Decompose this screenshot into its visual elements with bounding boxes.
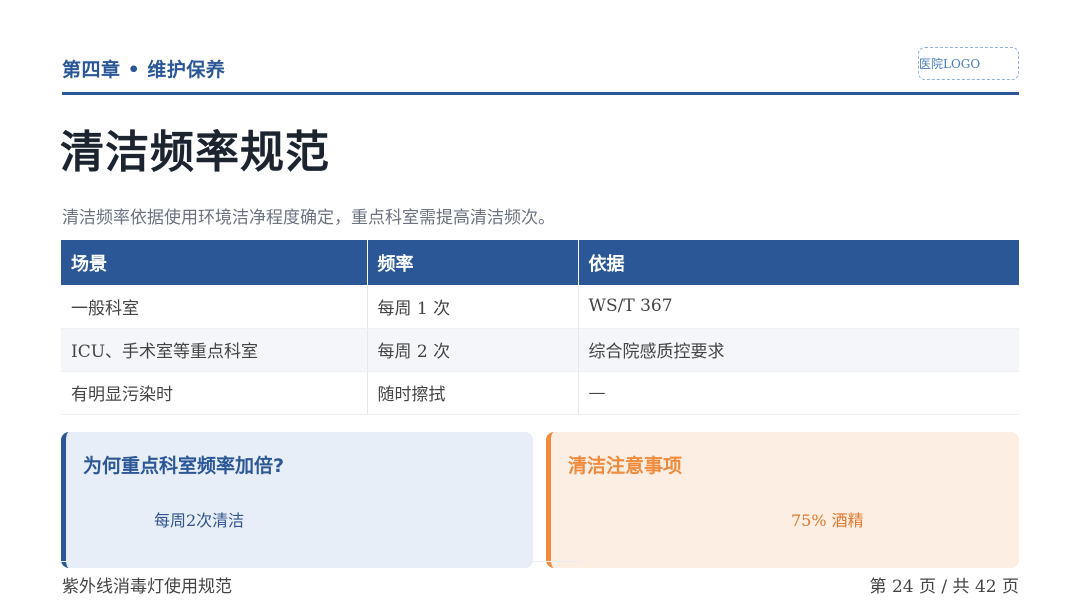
why-double-frequency-card: 为何重点科室频率加倍? 每周2次清洁: [61, 432, 533, 568]
footer-document-title: 紫外线消毒灯使用规范: [62, 577, 232, 597]
logo-text: 医院LOGO: [919, 57, 981, 71]
page-number: 第 24 页 / 共 42 页: [870, 572, 1019, 597]
cleaning-frequency-table: 场景 频率 依据 一般科室 每周 1 次 WS/T 367 ICU、手术室等重点…: [61, 240, 1019, 415]
table-cell: —: [578, 371, 1019, 415]
table-cell: 随时擦拭: [367, 371, 579, 415]
header-divider: [62, 92, 1019, 95]
table-row: ICU、手术室等重点科室 每周 2 次 综合院感质控要求: [61, 328, 1019, 372]
page-suffix: 页: [1002, 577, 1019, 597]
cleaning-notes-card: 清洁注意事项 75% 酒精: [546, 432, 1019, 568]
page-subtitle: 清洁频率依据使用环境洁净程度确定，重点科室需提高清洁频次。: [62, 208, 555, 228]
table-cell: 每周 2 次: [367, 328, 579, 372]
table-cell: ICU、手术室等重点科室: [61, 328, 368, 372]
column-header-frequency: 频率: [367, 240, 579, 285]
page-prefix: 第: [869, 577, 887, 597]
table-cell: WS/T 367: [578, 285, 1019, 329]
hospital-logo-placeholder: 医院LOGO: [918, 47, 1019, 80]
table-cell: 综合院感质控要求: [578, 328, 1019, 372]
table-cell: 每周 1 次: [367, 285, 579, 329]
column-header-scene: 场景: [61, 240, 368, 285]
table-row: 有明显污染时 随时擦拭 —: [61, 371, 1019, 415]
page-title: 清洁频率规范: [60, 127, 330, 178]
card-body: 75% 酒精: [791, 511, 864, 530]
column-header-basis: 依据: [578, 240, 1019, 285]
table-row: 一般科室 每周 1 次 WS/T 367: [61, 285, 1019, 329]
total-pages: 42: [974, 577, 997, 597]
page-mid: 页 / 共: [919, 577, 970, 597]
card-body: 每周2次清洁: [154, 511, 245, 530]
footer-divider: [61, 561, 581, 562]
card-title: 为何重点科室频率加倍?: [83, 455, 285, 477]
table-cell: 有明显污染时: [61, 371, 368, 415]
current-page: 24: [891, 577, 914, 597]
chapter-label: 第四章 • 维护保养: [62, 59, 226, 81]
table-header-row: 场景 频率 依据: [61, 240, 1019, 285]
table-cell: 一般科室: [61, 285, 368, 329]
card-title: 清洁注意事项: [568, 455, 683, 477]
